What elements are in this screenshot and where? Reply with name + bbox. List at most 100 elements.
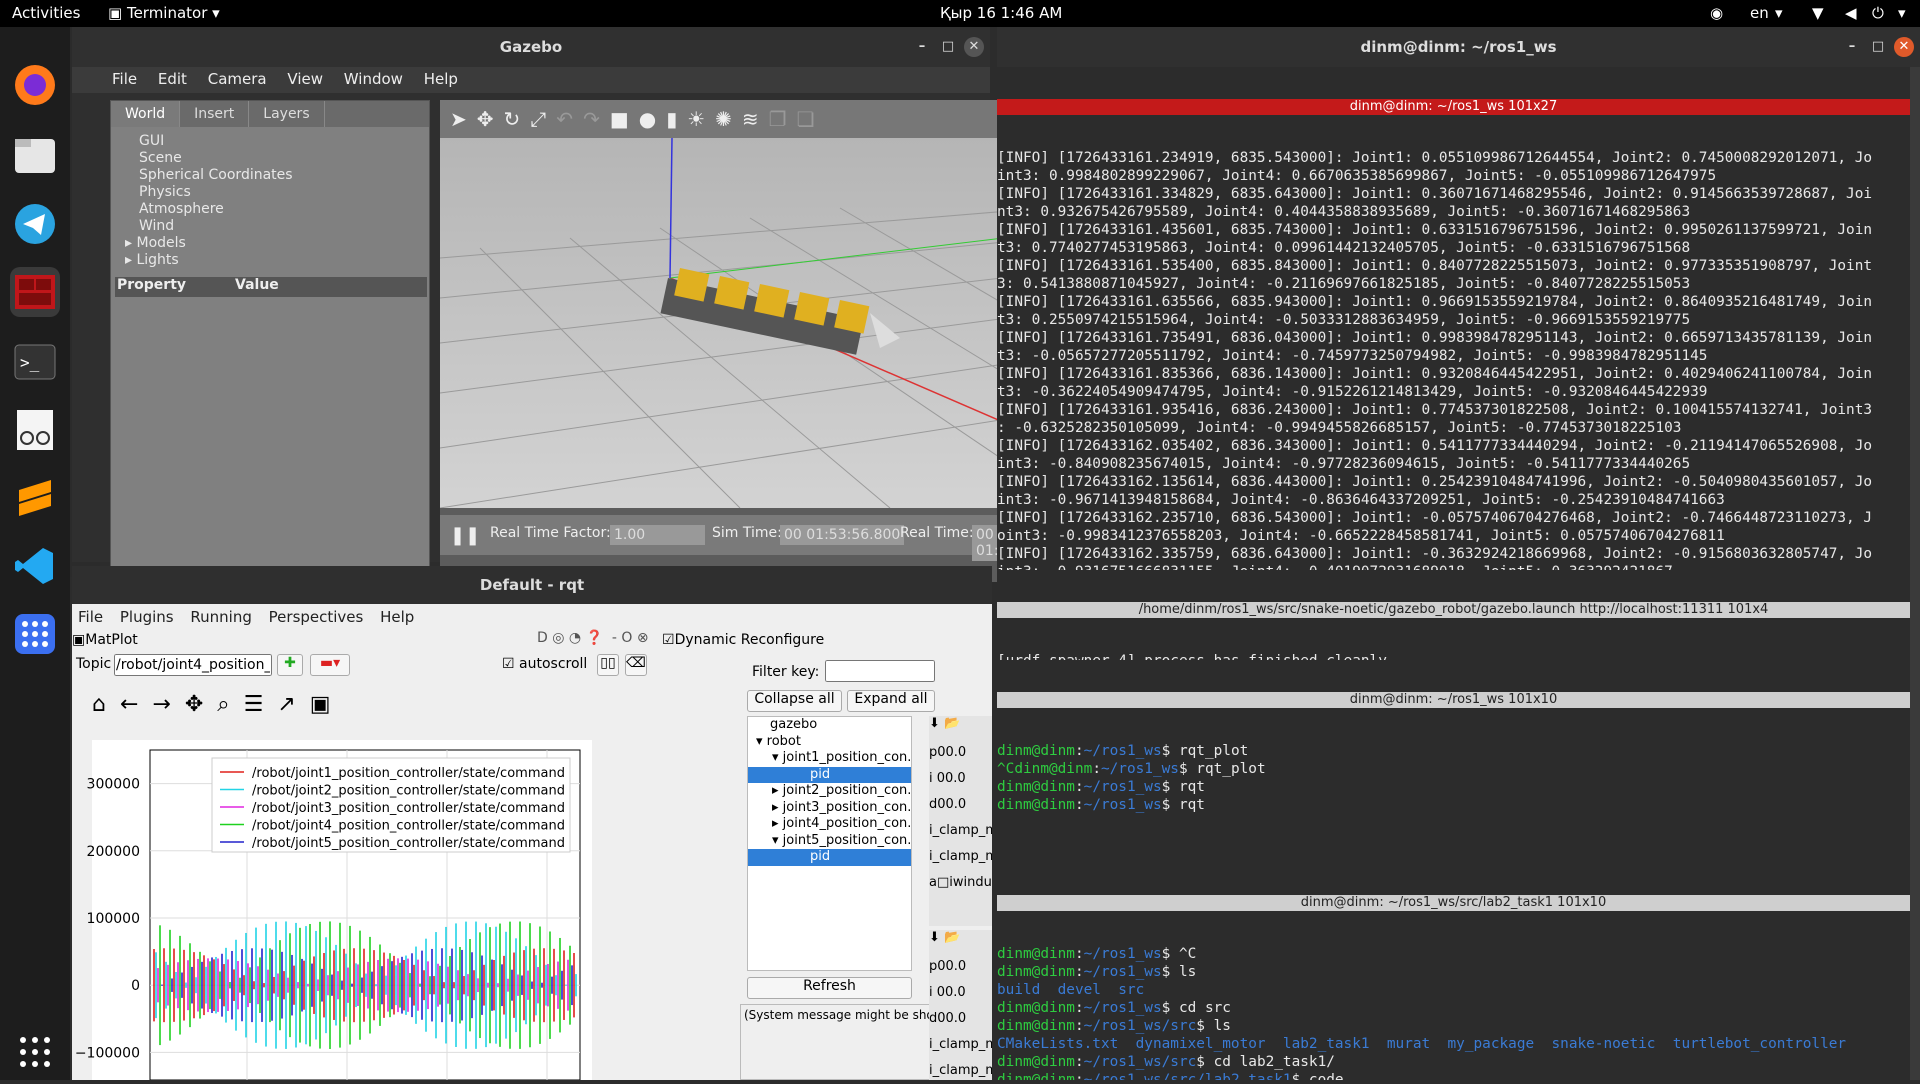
pointlight-icon[interactable]: ✺ xyxy=(715,107,732,131)
maximize-icon[interactable]: □ xyxy=(938,37,958,57)
param-i-clamp-min[interactable]: i_clamp_min xyxy=(929,818,992,844)
topic-input[interactable] xyxy=(114,654,272,676)
clock[interactable]: Қыр 16 1:46 AM xyxy=(940,4,1062,22)
chevron-down-icon[interactable]: ▾ xyxy=(1775,4,1783,22)
chrome-icon[interactable]: ◉ xyxy=(1710,4,1723,22)
tree-item-scene[interactable]: Scene xyxy=(111,150,429,167)
tree-item-spherical[interactable]: Spherical Coordinates xyxy=(111,167,429,184)
collapse-all-button[interactable]: Collapse all xyxy=(747,690,842,712)
tree-item-pid-1[interactable]: pid xyxy=(748,766,911,783)
cylinder-icon[interactable]: ▮ xyxy=(666,107,677,131)
terminal-pane-4[interactable]: dinm@dinm: ~/ros1_ws/src/lab2_task1 101x… xyxy=(997,863,1910,1080)
paste-icon[interactable]: ❏ xyxy=(797,107,815,131)
open-icon[interactable]: 📂 xyxy=(944,930,960,945)
chevron-down-icon[interactable]: ▾ xyxy=(1898,4,1906,22)
pan-icon[interactable]: ✥ xyxy=(185,692,203,717)
zoom-icon[interactable]: ⌕ xyxy=(217,692,229,717)
tab-world[interactable]: World xyxy=(111,101,181,127)
param-i[interactable]: i 00.0 xyxy=(929,980,992,1006)
edit-curve-icon[interactable]: ↗ xyxy=(277,692,295,717)
add-topic-button[interactable]: ✚ xyxy=(277,654,303,676)
open-icon[interactable]: 📂 xyxy=(944,716,960,731)
tree-item-atmosphere[interactable]: Atmosphere xyxy=(111,201,429,218)
terminal-pane-3[interactable]: dinm@dinm: ~/ros1_ws 101x10 dinm@dinm:~/… xyxy=(997,660,1910,863)
terminal-pane-2[interactable]: /home/dinm/ros1_ws/src/snake-noetic/gaze… xyxy=(997,570,1910,660)
remove-topic-button[interactable]: ▬▾ xyxy=(310,654,350,676)
close-icon[interactable]: ✕ xyxy=(964,37,984,57)
volume-icon[interactable]: ◀ xyxy=(1845,4,1857,22)
filter-input[interactable] xyxy=(825,660,935,682)
expand-all-button[interactable]: Expand all xyxy=(847,690,935,712)
telegram-icon[interactable] xyxy=(10,199,60,249)
tree-item-joint1[interactable]: ▾ joint1_position_con... xyxy=(748,750,911,767)
rotate-icon[interactable]: ↻ xyxy=(504,107,521,131)
save-icon[interactable]: ⬇ xyxy=(929,716,940,731)
panel-controls[interactable]: D ◎ ◔ ❓ - O ⊗ xyxy=(537,630,649,646)
param-p[interactable]: p00.0 xyxy=(929,740,992,766)
menu-plugins[interactable]: Plugins xyxy=(114,604,180,630)
forward-icon[interactable]: → xyxy=(152,692,170,717)
menu-help[interactable]: Help xyxy=(374,604,420,630)
tree-item-gui[interactable]: GUI xyxy=(111,133,429,150)
menu-perspectives[interactable]: Perspectives xyxy=(263,604,370,630)
menu-edit[interactable]: Edit xyxy=(150,67,195,91)
tree-item-models[interactable]: ▸ Models xyxy=(111,235,429,252)
tree-item-robot[interactable]: ▾ robot xyxy=(748,734,911,751)
3d-scene[interactable] xyxy=(439,137,1046,509)
tree-item-gazebo[interactable]: gazebo xyxy=(748,717,911,734)
gnome-extension-icon[interactable] xyxy=(10,609,60,659)
tree-item-lights[interactable]: ▸ Lights xyxy=(111,252,429,269)
gazebo-titlebar[interactable]: Gazebo – □ ✕ xyxy=(72,27,990,67)
tree-item-physics[interactable]: Physics xyxy=(111,184,429,201)
terminal-pane-1[interactable]: dinm@dinm: ~/ros1_ws 101x27 [INFO] [1726… xyxy=(997,67,1910,570)
redo-icon[interactable]: ↷ xyxy=(583,107,600,131)
param-i-clamp-min[interactable]: i_clamp_min xyxy=(929,1032,992,1058)
tree-item-joint2[interactable]: ▸ joint2_position_con... xyxy=(748,783,911,800)
rqt-titlebar[interactable]: Default - rqt xyxy=(72,566,992,604)
select-icon[interactable]: ➤ xyxy=(450,107,467,131)
box-icon[interactable]: ■ xyxy=(610,107,629,131)
menu-window[interactable]: Window xyxy=(336,67,411,91)
apps-grid-icon[interactable] xyxy=(10,1027,60,1077)
files-icon[interactable] xyxy=(10,130,60,180)
sphere-icon[interactable]: ● xyxy=(639,107,656,131)
menu-running[interactable]: Running xyxy=(184,604,257,630)
clear-button[interactable]: ⌫ xyxy=(625,654,647,676)
menu-file[interactable]: File xyxy=(104,67,145,91)
menu-camera[interactable]: Camera xyxy=(200,67,275,91)
back-icon[interactable]: ← xyxy=(120,692,138,717)
spotlight-icon[interactable]: ≋ xyxy=(742,107,759,131)
tree-item-wind[interactable]: Wind xyxy=(111,218,429,235)
param-d[interactable]: d00.0 xyxy=(929,792,992,818)
minimize-icon[interactable]: – xyxy=(912,37,932,57)
sun-icon[interactable]: ☀ xyxy=(687,107,705,131)
pause-icon[interactable]: ❚❚ xyxy=(450,525,480,546)
refresh-button[interactable]: Refresh xyxy=(747,977,912,999)
wifi-icon[interactable]: ▼ xyxy=(1812,4,1824,22)
terminator-icon[interactable] xyxy=(10,267,60,317)
terminator-app-menu[interactable]: ▣ Terminator ▾ xyxy=(108,4,220,22)
menu-file[interactable]: File xyxy=(72,604,109,630)
home-icon[interactable]: ⌂ xyxy=(92,692,106,717)
scale-icon[interactable]: ⤢ xyxy=(530,107,546,131)
tree-item-pid-2[interactable]: pid xyxy=(748,849,911,866)
undo-icon[interactable]: ↶ xyxy=(556,107,573,131)
terminal-icon[interactable]: >_ xyxy=(10,337,60,387)
firefox-icon[interactable] xyxy=(10,60,60,110)
copy-icon[interactable]: ❐ xyxy=(769,107,787,131)
vscode-icon[interactable] xyxy=(10,541,60,591)
pause-button[interactable]: ▯▯ xyxy=(597,654,619,676)
translate-icon[interactable]: ✥ xyxy=(477,107,494,131)
configure-icon[interactable]: ☰ xyxy=(244,692,264,717)
menu-help[interactable]: Help xyxy=(416,67,466,91)
param-i-clamp-max[interactable]: i_clamp_max xyxy=(929,1058,992,1084)
minimize-icon[interactable]: – xyxy=(1842,37,1862,57)
snake-robot[interactable] xyxy=(660,268,900,355)
param-i[interactable]: i 00.0 xyxy=(929,766,992,792)
power-icon[interactable]: ⏻ xyxy=(1872,4,1884,22)
save-icon[interactable]: ▣ xyxy=(310,692,331,717)
tree-item-joint4[interactable]: ▸ joint4_position_con... xyxy=(748,816,911,833)
language-indicator[interactable]: en xyxy=(1750,4,1769,22)
param-antiwindup[interactable]: a□iwindup xyxy=(929,870,992,896)
plot-canvas[interactable]: 3000002000001000000−100000−200000/robot/… xyxy=(72,740,662,1080)
